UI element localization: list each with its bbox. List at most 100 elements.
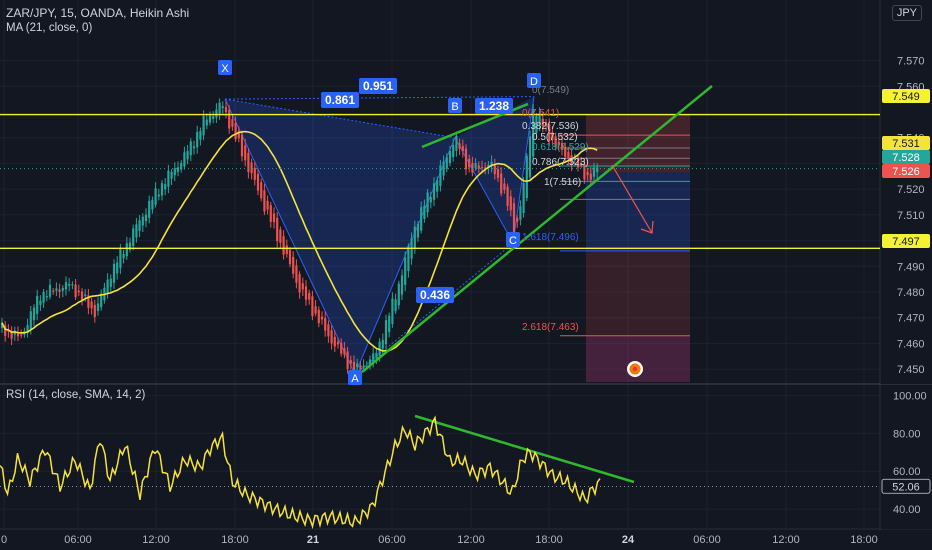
rsi-tick-label: 60.00 [893,466,921,478]
candle-body [317,309,320,324]
candle-body [519,206,522,220]
price-badge-text: 7.528 [892,152,920,164]
price-tick-label: 7.480 [897,287,925,299]
candle-body [151,199,154,210]
stop-zone [586,114,690,173]
candle-body [432,183,436,200]
candle-body [192,146,196,149]
candle-body [596,167,599,173]
candle-body [90,301,93,309]
target-marker-dot [632,366,638,372]
candle-body [509,196,512,211]
candle-body [452,144,455,157]
candle-body [160,183,164,196]
candle-body [272,213,276,223]
price-tick-label: 7.470 [897,313,925,325]
candle-body [381,339,384,349]
candle-body [116,262,119,274]
candle-body [36,295,39,314]
candle-body [327,324,330,337]
candle-body [448,150,452,163]
candle-body [295,265,298,283]
candle-body [356,363,359,368]
candle-body [221,106,224,109]
candle-body [346,351,349,369]
time-tick-label: 12:00 [772,534,800,546]
candle-body [308,293,311,300]
candle-body [42,292,45,303]
candle-body [256,173,260,191]
candle-body [589,173,592,180]
rsi-tick-label: 100.00 [893,391,927,403]
candle-body [68,283,71,286]
point-label-a: A [351,373,359,385]
rsi-axis[interactable]: 100.00 80.00 60.00 40.00 [881,385,932,529]
candle-body [461,146,464,152]
candle-body [592,167,596,177]
rsi-value-text: 52.06 [892,481,920,493]
candle-body [244,145,247,161]
candle-body [208,115,212,123]
candle-body [288,249,292,265]
candle-body [301,283,304,290]
candle-body [74,284,77,298]
candle-body [445,157,448,169]
trading-chart[interactable]: 0(7.549)0(7.541)0.382(7.536)0.5(7.532)0.… [0,0,932,550]
candle-body [189,141,192,156]
candle-body [263,190,266,212]
chart-background [0,0,932,550]
time-tick-label: 06:00 [64,534,92,546]
price-axis[interactable]: 7.5707.5607.5407.5307.5207.5107.5007.490… [881,0,932,384]
candle-body [48,284,52,297]
candle-body [314,306,317,314]
point-label-d: D [530,76,538,88]
candle-body [404,257,407,285]
price-tick-label: 7.510 [897,210,925,222]
candle-body [106,279,109,295]
time-tick-label: 06:00 [693,534,721,546]
candle-body [77,290,80,293]
candle-body [132,228,135,247]
time-tick-label: 18:00 [850,534,878,546]
candle-body [125,243,128,257]
fib-label: 1(7.516) [544,177,581,188]
candle-body [164,184,167,190]
candle-body [138,220,141,231]
candle-body [333,336,336,347]
candle-body [135,224,138,238]
time-tick-label: 12:00 [457,534,485,546]
candle-body [471,163,474,173]
candle-body [397,283,400,306]
ma-legend[interactable]: MA (21, close, 0) [6,22,92,34]
candle-body [266,200,269,210]
candle-body [215,109,218,118]
currency-selector[interactable]: JPY [891,5,922,21]
price-tick-label: 7.570 [897,56,925,68]
price-badge-text: 7.497 [892,236,920,248]
candle-body [279,229,282,243]
candle-body [55,288,58,291]
candle-body [52,290,55,292]
symbol-legend[interactable]: ZAR/JPY, 15, OANDA, Heikin Ashi [6,6,189,20]
candle-body [112,263,116,283]
candle-body [298,274,301,293]
candle-body [388,315,391,333]
ratio-label: 0.861 [325,93,355,107]
time-axis[interactable]: 0 06:00 12:00 18:00 21 06:00 12:00 18:00 24 06:00… [0,530,932,550]
candle-body [45,296,48,298]
candle-body [39,300,42,305]
time-tick-label: 18:00 [535,534,563,546]
candle-body [320,316,324,320]
candle-body [96,303,100,311]
candle-body [336,341,340,345]
candle-body [394,299,397,312]
rsi-legend[interactable]: RSI (14, close, SMA, 14, 2) [6,389,145,401]
rsi-tick-label: 80.00 [893,428,921,440]
candle-body [202,115,205,136]
point-label-c: C [509,235,517,247]
ratio-label: 0.436 [420,288,450,302]
candle-body [29,311,32,330]
candle-body [292,256,295,274]
price-badge-text: 7.549 [892,91,920,103]
candle-body [330,330,333,344]
